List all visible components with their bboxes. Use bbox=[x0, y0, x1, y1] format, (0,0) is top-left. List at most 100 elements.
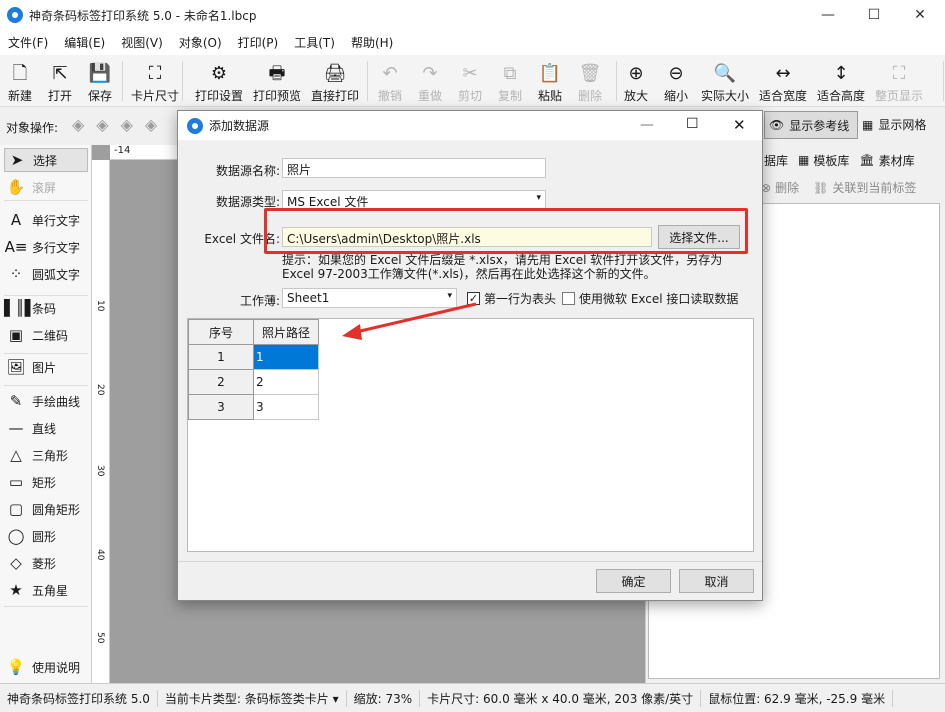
toolbar-label: 打印设置 bbox=[194, 89, 243, 103]
toolbar-full-page-button[interactable]: ⛶ 整页显示 bbox=[866, 58, 932, 104]
table-row[interactable]: 1 1 bbox=[188, 344, 319, 370]
tool-triangle[interactable]: △ 三角形 bbox=[4, 443, 68, 467]
copy-icon: ⧉ bbox=[503, 63, 517, 84]
menu-item[interactable]: 打印(P) bbox=[230, 34, 287, 51]
ruler-left-label: 50 bbox=[95, 632, 105, 644]
toolbar-copy-button[interactable]: ⧉ 复制 bbox=[490, 58, 530, 104]
toolbar-save-button[interactable]: 💾 保存 bbox=[80, 58, 120, 104]
tool-label: 多行文字 bbox=[32, 240, 81, 255]
toolbar-print-preview-button[interactable]: 🖶 打印预览 bbox=[244, 58, 310, 104]
toolbar-delete-button[interactable]: 🗑 删除 bbox=[570, 58, 610, 104]
column-header[interactable]: 序号 bbox=[188, 319, 254, 345]
actual-size-icon: 🔍 bbox=[713, 63, 737, 84]
right-link-button[interactable]: 关联到当前标签 bbox=[832, 179, 916, 196]
tool-single-line-text[interactable]: A 单行文字 bbox=[4, 208, 80, 232]
toolbar-zoom-in-button[interactable]: ⊕ 放大 bbox=[616, 58, 656, 104]
type-select[interactable]: MS Excel 文件 ▾ bbox=[282, 190, 546, 210]
tool-arc-text[interactable]: ⁘ 圆弧文字 bbox=[4, 262, 80, 286]
toolbar-open-button[interactable]: ⇱ 打开 bbox=[40, 58, 80, 104]
table-cell[interactable]: 1 bbox=[253, 344, 319, 370]
tool-multi-line-text[interactable]: A≡ 多行文字 bbox=[4, 235, 80, 259]
toolbar-print-settings-button[interactable]: ⚙ 打印设置 bbox=[186, 58, 252, 104]
tool-cursor[interactable]: ➤ 选择 bbox=[4, 148, 88, 172]
table-cell[interactable]: 3 bbox=[253, 394, 319, 420]
tool-separator bbox=[4, 295, 88, 296]
menu-item[interactable]: 编辑(E) bbox=[56, 34, 113, 51]
dialog-title-bar: 添加数据源 — ☐ ✕ bbox=[178, 111, 762, 140]
toolbar-cut-button[interactable]: ✂ 剪切 bbox=[450, 58, 490, 104]
tool-rounded-rectangle[interactable]: ▢ 圆角矩形 bbox=[4, 497, 80, 521]
menu-item[interactable]: 工具(T) bbox=[286, 34, 343, 51]
tool-circle[interactable]: ◯ 圆形 bbox=[4, 524, 56, 548]
name-input[interactable]: 照片 bbox=[282, 158, 546, 178]
cursor-icon: ➤ bbox=[10, 151, 24, 169]
use-ms-excel-checkbox[interactable]: 使用微软 Excel 接口读取数据 bbox=[562, 290, 738, 307]
tool-separator bbox=[4, 606, 88, 607]
toolbar-new-file-button[interactable]: 🗋 新建 bbox=[0, 58, 40, 104]
annotation-arrow-icon bbox=[342, 302, 477, 340]
use-ms-excel-label: 使用微软 Excel 接口读取数据 bbox=[579, 292, 739, 306]
status-segment: 鼠标位置: 62.9 毫米, -25.9 毫米 bbox=[701, 689, 894, 707]
table-row[interactable]: 2 2 bbox=[188, 369, 319, 395]
row-header[interactable]: 3 bbox=[188, 394, 254, 420]
toolbar-redo-button[interactable]: ↷ 重做 bbox=[410, 58, 450, 104]
diamond-icon: ◇ bbox=[10, 554, 22, 572]
toolbar-fit-height-button[interactable]: ↕ 适合高度 bbox=[808, 58, 874, 104]
toolbar-card-size-button[interactable]: ⛶ 卡片尺寸 bbox=[122, 58, 188, 104]
toolbar-print-button[interactable]: 🖨 直接打印 bbox=[302, 58, 368, 104]
full-page-icon: ⛶ bbox=[892, 63, 906, 84]
menu-item[interactable]: 对象(O) bbox=[171, 34, 230, 51]
status-segment[interactable]: 当前卡片类型: 条码标签类卡片 ▾ bbox=[158, 689, 347, 707]
toolbar-fit-width-button[interactable]: ↔ 适合宽度 bbox=[750, 58, 816, 104]
tool-star[interactable]: ★ 五角星 bbox=[4, 578, 68, 602]
show-grid-label: 显示网格 bbox=[878, 118, 927, 132]
show-reference-lines-toggle[interactable]: 👁 显示参考线 bbox=[764, 111, 858, 139]
tool-barcode[interactable]: ▌║▌ 条码 bbox=[4, 296, 56, 320]
row-header[interactable]: 2 bbox=[188, 369, 254, 395]
table-cell[interactable]: 2 bbox=[253, 369, 319, 395]
toolbar-label: 适合宽度 bbox=[758, 89, 807, 103]
row-header[interactable]: 1 bbox=[188, 344, 254, 370]
tab-materials[interactable]: 🏛 素材库 bbox=[859, 152, 914, 169]
tab-database[interactable]: 据库 bbox=[764, 152, 788, 169]
tool-pen[interactable]: ✎ 手绘曲线 bbox=[4, 389, 80, 413]
tool-label: 五角星 bbox=[32, 583, 69, 598]
tool-hand[interactable]: ✋ 滚屏 bbox=[4, 175, 56, 199]
tab-materials-label: 素材库 bbox=[878, 153, 915, 168]
tool-line[interactable]: — 直线 bbox=[4, 416, 57, 440]
dialog-maximize-button[interactable]: ☐ bbox=[686, 116, 699, 132]
tool-diamond[interactable]: ◇ 菱形 bbox=[4, 551, 56, 575]
menu-item[interactable]: 文件(F) bbox=[0, 34, 56, 51]
first-row-header-checkbox[interactable]: ✓ 第一行为表头 bbox=[467, 290, 556, 307]
right-delete-button[interactable]: 删除 bbox=[775, 179, 799, 196]
tool-rectangle[interactable]: ▭ 矩形 bbox=[4, 470, 56, 494]
toolbar-label: 打开 bbox=[47, 89, 72, 103]
toolbar-zoom-out-button[interactable]: ⊖ 缩小 bbox=[656, 58, 696, 104]
show-grid-toggle[interactable]: ▦ 显示网格 bbox=[862, 116, 926, 133]
ruler-left-label: 40 bbox=[95, 549, 105, 561]
dialog-minimize-button[interactable]: — bbox=[640, 117, 654, 133]
close-window-button[interactable]: ✕ bbox=[897, 0, 943, 30]
menu-item[interactable]: 帮助(H) bbox=[343, 34, 401, 51]
tab-templates[interactable]: ▦ 模板库 bbox=[798, 152, 849, 169]
table-row[interactable]: 3 3 bbox=[188, 394, 319, 420]
toolbar-actual-size-button[interactable]: 🔍 实际大小 bbox=[692, 58, 758, 104]
right-action-bar: ⊗ 删除 ⛓ 关联到当前标签 bbox=[761, 179, 916, 196]
tool-bulb[interactable]: 💡 使用说明 bbox=[4, 655, 80, 679]
toolbar-paste-button[interactable]: 📋 粘贴 bbox=[530, 58, 570, 104]
menu-item[interactable]: 视图(V) bbox=[113, 34, 171, 51]
tool-qrcode[interactable]: ▣ 二维码 bbox=[4, 323, 68, 347]
image-icon: 🖼 bbox=[6, 358, 26, 376]
dialog-close-button[interactable]: ✕ bbox=[733, 116, 746, 134]
cancel-button[interactable]: 取消 bbox=[679, 569, 754, 593]
toolbar-undo-button[interactable]: ↶ 撤销 bbox=[370, 58, 410, 104]
toolbar-label: 重做 bbox=[417, 89, 442, 103]
column-header[interactable]: 照片路径 bbox=[253, 319, 319, 345]
data-preview-grid[interactable]: 序号 照片路径 1 1 2 2 3 3 bbox=[187, 318, 754, 552]
maximize-button[interactable]: ☐ bbox=[851, 0, 897, 30]
ok-button[interactable]: 确定 bbox=[596, 569, 671, 593]
toolbar-label: 放大 bbox=[623, 89, 648, 103]
minimize-button[interactable]: — bbox=[805, 0, 851, 30]
tool-image[interactable]: 🖼 图片 bbox=[4, 355, 56, 379]
left-ruler: 10 20 30 40 50 bbox=[92, 160, 110, 683]
